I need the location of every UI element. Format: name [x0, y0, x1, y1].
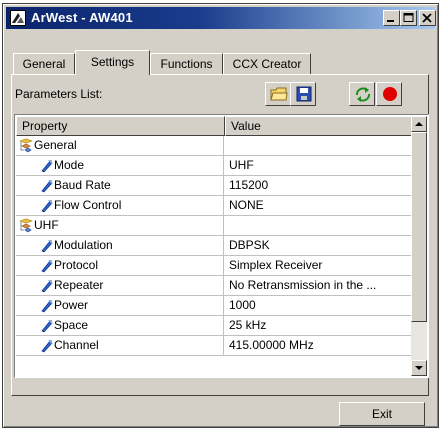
app-window: ArWest - AW401 General Settings Function… — [2, 3, 439, 428]
tab-general[interactable]: General — [13, 53, 75, 74]
property-value[interactable]: No Retransmission in the ... — [229, 276, 412, 295]
property-cell: UHF — [16, 216, 224, 235]
record-button[interactable] — [376, 82, 402, 106]
property-name: Protocol — [54, 258, 99, 272]
app-icon — [10, 10, 26, 26]
property-value[interactable]: Simplex Receiver — [229, 256, 412, 275]
grid-rows: General Mode UHF Baud Rate 115200 Flow Contro… — [16, 136, 412, 356]
scrollbar-thumb[interactable] — [411, 132, 427, 322]
property-value[interactable]: NONE — [229, 196, 412, 215]
tab-settings[interactable]: Settings — [75, 50, 150, 75]
property-item-icon — [38, 198, 54, 214]
tab-functions[interactable]: Functions — [150, 53, 223, 74]
grid-property-row[interactable]: Repeater No Retransmission in the ... — [16, 276, 412, 296]
grid-property-row[interactable]: Baud Rate 115200 — [16, 176, 412, 196]
grid-property-row[interactable]: Mode UHF — [16, 156, 412, 176]
property-item-icon — [38, 298, 54, 314]
property-cell: Repeater — [16, 276, 224, 295]
property-value[interactable]: 115200 — [229, 176, 412, 195]
property-name: Modulation — [54, 238, 113, 252]
title-bar[interactable]: ArWest - AW401 — [6, 7, 436, 29]
grid-property-row[interactable]: Space 25 kHz — [16, 316, 412, 336]
grid-group-row[interactable]: UHF — [16, 216, 412, 236]
property-name: Mode — [54, 158, 85, 172]
parameters-list-label: Parameters List: — [15, 87, 103, 101]
grid-property-row[interactable]: Protocol Simplex Receiver — [16, 256, 412, 276]
refresh-button[interactable] — [349, 82, 375, 106]
property-cell: Mode — [16, 156, 224, 175]
property-cell: Channel — [16, 336, 224, 355]
property-cell: General — [16, 136, 224, 155]
parameters-grid[interactable]: Property Value General Mode UHF Baud Rate 11… — [14, 114, 429, 378]
property-cell: Power — [16, 296, 224, 315]
property-name: Baud Rate — [54, 178, 111, 192]
property-value[interactable]: DBPSK — [229, 236, 412, 255]
property-name: Channel — [54, 338, 99, 352]
save-disk-icon — [296, 86, 312, 102]
minimize-button[interactable] — [383, 10, 400, 26]
property-item-icon — [38, 178, 54, 194]
property-item-icon — [38, 338, 54, 354]
property-name: General — [34, 138, 77, 152]
property-name: Space — [54, 318, 89, 332]
property-value[interactable]: 25 kHz — [229, 316, 412, 335]
property-item-icon — [38, 278, 54, 294]
property-cell: Baud Rate — [16, 176, 224, 195]
grid-property-row[interactable]: Channel 415.00000 MHz — [16, 336, 412, 356]
vertical-scrollbar[interactable] — [411, 116, 427, 376]
open-folder-icon — [270, 87, 288, 101]
property-value[interactable] — [229, 136, 412, 155]
property-name: Power — [54, 298, 89, 312]
property-group-icon — [18, 218, 34, 234]
column-header-value[interactable]: Value — [225, 116, 412, 136]
arrow-down-icon — [415, 366, 423, 370]
property-value[interactable]: UHF — [229, 156, 412, 175]
grid-property-row[interactable]: Power 1000 — [16, 296, 412, 316]
scroll-up-button[interactable] — [411, 116, 427, 132]
window-title: ArWest - AW401 — [31, 10, 133, 25]
property-name: Repeater — [54, 278, 104, 292]
property-name: Flow Control — [54, 198, 122, 212]
grid-group-row[interactable]: General — [16, 136, 412, 156]
property-item-icon — [38, 238, 54, 254]
exit-button[interactable]: Exit — [339, 402, 425, 426]
property-group-icon — [18, 138, 34, 154]
property-cell: Modulation — [16, 236, 224, 255]
open-button[interactable] — [265, 82, 291, 106]
property-item-icon — [38, 258, 54, 274]
column-header-property[interactable]: Property — [16, 116, 225, 136]
property-value[interactable]: 415.00000 MHz — [229, 336, 412, 355]
record-stop-icon — [383, 87, 397, 101]
grid-header: Property Value — [16, 116, 412, 136]
minimize-icon — [387, 20, 394, 22]
tab-ccx-creator[interactable]: CCX Creator — [223, 53, 311, 74]
maximize-button[interactable] — [400, 10, 417, 26]
property-cell: Flow Control — [16, 196, 224, 215]
property-value[interactable]: 1000 — [229, 296, 412, 315]
property-cell: Protocol — [16, 256, 224, 275]
property-name: UHF — [34, 218, 59, 232]
property-item-icon — [38, 158, 54, 174]
scroll-down-button[interactable] — [411, 360, 427, 376]
close-icon — [422, 13, 432, 23]
maximize-icon — [403, 13, 414, 22]
grid-property-row[interactable]: Flow Control NONE — [16, 196, 412, 216]
property-cell: Space — [16, 316, 224, 335]
property-value[interactable] — [229, 216, 412, 235]
refresh-arrows-icon — [356, 87, 370, 102]
grid-property-row[interactable]: Modulation DBPSK — [16, 236, 412, 256]
arrow-up-icon — [415, 122, 423, 126]
property-item-icon — [38, 318, 54, 334]
close-button[interactable] — [419, 10, 436, 26]
save-button[interactable] — [290, 82, 316, 106]
